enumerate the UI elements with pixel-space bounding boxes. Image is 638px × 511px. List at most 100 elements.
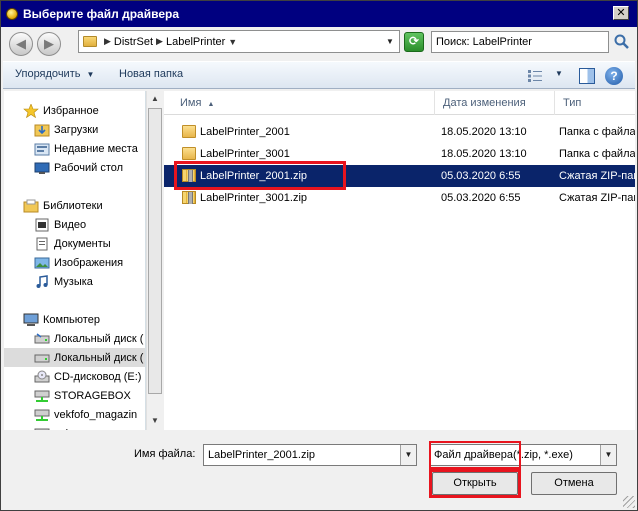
column-name-label: Имя: [180, 97, 202, 109]
table-row[interactable]: LabelPrinter_2001 18.05.2020 13:10 Папка…: [164, 121, 635, 143]
breadcrumb-chevron-icon[interactable]: ▶: [156, 36, 163, 47]
column-header-type[interactable]: Тип: [555, 91, 635, 115]
libraries-icon: [23, 199, 39, 212]
sidebar-item-vekcaza[interactable]: vekcaza: [4, 424, 145, 430]
table-row[interactable]: LabelPrinter_3001.zip 05.03.2020 6:55 Сж…: [164, 187, 635, 209]
file-type: Папка с файлами: [559, 126, 635, 138]
dialog-footer: Имя файла: LabelPrinter_2001.zip ▼ Файл …: [1, 432, 637, 510]
local-disk-icon: [34, 332, 50, 343]
file-date: 18.05.2020 13:10: [441, 126, 527, 138]
file-type: Сжатая ZIP-папка: [559, 170, 635, 182]
scroll-down-icon[interactable]: ▼: [147, 413, 163, 429]
breadcrumb-chevron-icon[interactable]: ▶: [104, 36, 111, 47]
sidebar-item-label: Локальный диск (: [54, 351, 144, 364]
recent-places-icon: [34, 143, 50, 155]
network-drive-icon: [34, 390, 50, 402]
sidebar-item-label: CD-дисковод (E:): [54, 370, 142, 383]
file-name: LabelPrinter_2001: [200, 126, 290, 138]
sidebar-item-recent-places[interactable]: Недавние места: [4, 139, 145, 158]
sidebar-item-favorites[interactable]: Избранное: [4, 101, 145, 120]
breadcrumb-labelprinter[interactable]: LabelPrinter: [166, 36, 225, 48]
folder-icon: [83, 36, 97, 47]
sidebar-item-label: Локальный диск (: [54, 332, 144, 345]
file-date: 05.03.2020 6:55: [441, 170, 521, 182]
sidebar-item-cd-drive[interactable]: CD-дисковод (E:): [4, 367, 145, 386]
window-title: Выберите файл драйвера: [23, 7, 179, 21]
sidebar-item-label: Недавние места: [54, 142, 138, 155]
back-button[interactable]: ◀: [9, 32, 33, 56]
column-header-row: Имя ▲ Дата изменения Тип: [164, 91, 635, 115]
column-header-date[interactable]: Дата изменения: [435, 91, 555, 115]
sidebar-item-music[interactable]: Музыка: [4, 272, 145, 291]
sidebar-item-label: Компьютер: [43, 313, 100, 326]
navigation-pane: Избранное Загрузки Недавние места Рабочи…: [4, 91, 146, 430]
address-bar[interactable]: ▶ DistrSet ▶ LabelPrinter ▼ ▼: [78, 30, 400, 53]
sidebar-item-downloads[interactable]: Загрузки: [4, 120, 145, 139]
breadcrumb-distrset[interactable]: DistrSet: [114, 36, 153, 48]
local-disk-icon: [34, 354, 50, 362]
address-dropdown-icon[interactable]: ▼: [383, 33, 397, 50]
sidebar-item-label: Документы: [54, 237, 111, 250]
sidebar-item-label: Музыка: [54, 275, 93, 288]
cancel-button[interactable]: Отмена: [531, 472, 617, 495]
sidebar-item-pictures[interactable]: Изображения: [4, 253, 145, 272]
sidebar-item-vekfofo-magazin[interactable]: vekfofo_magazin: [4, 405, 145, 424]
column-header-name[interactable]: Имя ▲: [164, 91, 435, 115]
sidebar-item-video[interactable]: Видео: [4, 215, 145, 234]
sidebar-item-label: Избранное: [43, 104, 99, 117]
sidebar-item-label: Изображения: [54, 256, 124, 269]
sidebar-item-storagebox[interactable]: STORAGEBOX: [4, 386, 145, 405]
toolbar: Упорядочить ▼ Новая папка ▼ ?: [3, 61, 635, 89]
forward-button[interactable]: ▶: [37, 32, 61, 56]
preview-pane-icon[interactable]: [579, 68, 595, 84]
chevron-down-icon: ▼: [86, 70, 95, 79]
file-date: 05.03.2020 6:55: [441, 192, 521, 204]
close-button[interactable]: ✕: [613, 6, 629, 20]
desktop-icon: [34, 162, 50, 174]
address-row: ◀ ▶ ▶ DistrSet ▶ LabelPrinter ▼ ▼ ⟳ Поис…: [1, 27, 637, 59]
selected-file-highlight: [174, 161, 346, 190]
sidebar-item-label: vekfofo_magazin: [54, 408, 138, 421]
help-icon[interactable]: ?: [605, 67, 623, 85]
sidebar-item-computer[interactable]: Компьютер: [4, 310, 145, 329]
breadcrumb-chevron-icon[interactable]: ▼: [228, 37, 237, 47]
organize-label: Упорядочить: [15, 68, 81, 80]
network-drive-icon: [34, 428, 50, 430]
zip-file-icon: [182, 191, 196, 204]
sidebar-item-local-disk[interactable]: Локальный диск (: [4, 329, 145, 348]
navigation-scrollbar[interactable]: ▲ ▼: [146, 91, 163, 430]
view-dropdown-icon[interactable]: ▼: [555, 69, 563, 78]
documents-icon: [36, 237, 48, 250]
file-date: 18.05.2020 13:10: [441, 148, 527, 160]
computer-icon: [23, 313, 39, 326]
sidebar-item-libraries[interactable]: Библиотеки: [4, 196, 145, 215]
downloads-icon: [34, 124, 50, 136]
app-icon: [6, 8, 18, 20]
refresh-button[interactable]: ⟳: [404, 32, 424, 52]
chevron-down-icon[interactable]: ▼: [600, 445, 616, 465]
file-type: Сжатая ZIP-папка: [559, 192, 635, 204]
scrollbar-thumb[interactable]: [148, 108, 162, 394]
chevron-down-icon[interactable]: ▼: [400, 445, 416, 465]
sidebar-item-desktop[interactable]: Рабочий стол: [4, 158, 145, 177]
sidebar-item-label: Видео: [54, 218, 87, 231]
filename-field[interactable]: LabelPrinter_2001.zip ▼: [203, 444, 417, 466]
filter-highlight: [429, 441, 521, 469]
resize-grip-icon[interactable]: [623, 496, 635, 508]
filename-value: LabelPrinter_2001.zip: [208, 449, 316, 461]
view-options-icon[interactable]: [527, 69, 543, 83]
filename-label: Имя файла:: [134, 448, 196, 460]
folder-icon: [182, 125, 196, 138]
sidebar-item-documents[interactable]: Документы: [4, 234, 145, 253]
sidebar-item-local-disk-selected[interactable]: Локальный диск (: [4, 348, 145, 367]
organize-menu[interactable]: Упорядочить ▼: [15, 68, 94, 80]
folder-icon: [182, 147, 196, 160]
star-icon: [23, 103, 39, 118]
new-folder-button[interactable]: Новая папка: [119, 68, 183, 80]
scroll-up-icon[interactable]: ▲: [147, 91, 163, 107]
search-input[interactable]: Поиск: LabelPrinter: [431, 31, 609, 53]
sidebar-item-label: STORAGEBOX: [54, 389, 131, 402]
sort-ascending-icon: ▲: [207, 101, 215, 108]
title-bar[interactable]: Выберите файл драйвера ✕: [1, 1, 637, 27]
search-icon[interactable]: [613, 33, 631, 51]
